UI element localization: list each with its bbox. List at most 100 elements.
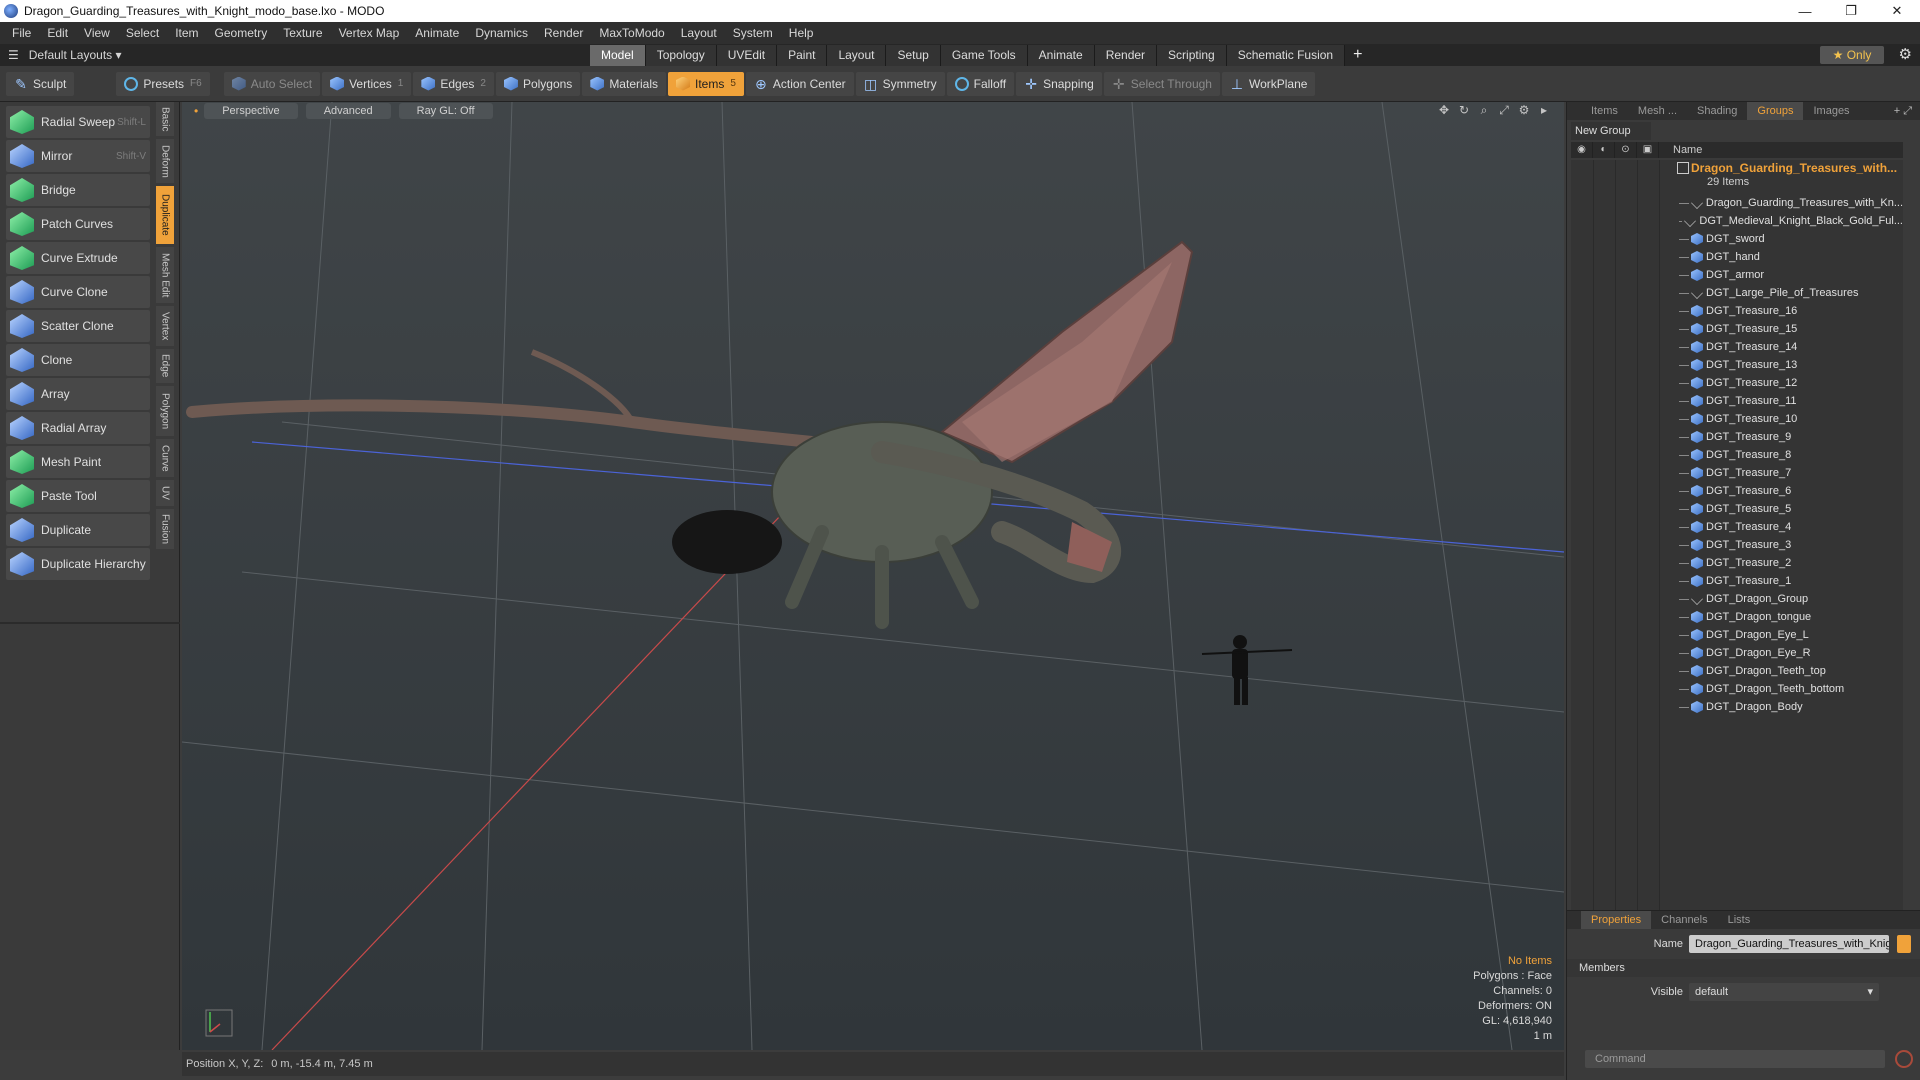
lock-column-icon[interactable]: ⊙ [1615, 142, 1637, 158]
close-button[interactable]: ✕ [1874, 0, 1920, 22]
visible-dropdown[interactable]: default ▾ [1689, 983, 1879, 1001]
list-item[interactable]: DGT_Large_Pile_of_Treasures [1675, 284, 1903, 302]
list-item[interactable]: DGT_Treasure_4 [1675, 518, 1903, 536]
tool-radial-array[interactable]: Radial Array [6, 412, 150, 444]
menu-render[interactable]: Render [536, 22, 591, 44]
fit-icon[interactable]: ⤢ [1494, 103, 1514, 118]
properties-tab-properties[interactable]: Properties [1581, 911, 1652, 929]
tool-duplicate-hierarchy[interactable]: Duplicate Hierarchy [6, 548, 150, 580]
list-item[interactable]: DGT_Dragon_Teeth_bottom [1675, 680, 1903, 698]
group-list[interactable]: Dragon_Guarding_Treasures_with... 29 Ite… [1571, 160, 1903, 1002]
select-through-button[interactable]: ✛ Select Through [1103, 71, 1220, 96]
list-item[interactable]: DGT_Dragon_Eye_L [1675, 626, 1903, 644]
menu-view[interactable]: View [76, 22, 118, 44]
command-history-icon[interactable] [1895, 1050, 1913, 1068]
list-item[interactable]: DGT_Treasure_2 [1675, 554, 1903, 572]
layout-tab-paint[interactable]: Paint [777, 45, 828, 66]
pan-icon[interactable]: ✥ [1434, 103, 1454, 118]
zoom-icon[interactable]: ⌕ [1474, 103, 1494, 118]
menu-animate[interactable]: Animate [407, 22, 467, 44]
expand-icon[interactable]: ▸ [1534, 103, 1554, 118]
menu-layout[interactable]: Layout [673, 22, 725, 44]
layout-tab-uvedit[interactable]: UVEdit [716, 45, 778, 66]
right-tab-items[interactable]: Items [1581, 102, 1628, 120]
items-button[interactable]: Items 5 [668, 71, 744, 96]
list-item[interactable]: Dragon_Guarding_Treasures_with_Kn... [1675, 194, 1903, 212]
menu-texture[interactable]: Texture [275, 22, 330, 44]
vertices-button[interactable]: Vertices 1 [322, 71, 412, 96]
list-item[interactable]: DGT_Treasure_7 [1675, 464, 1903, 482]
tool-radial-sweep[interactable]: Radial Sweep Shift-L [6, 106, 150, 138]
polygons-button[interactable]: Polygons [495, 71, 581, 96]
tool-array[interactable]: Array [6, 378, 150, 410]
layout-tab-render[interactable]: Render [1094, 45, 1158, 66]
right-tab-groups[interactable]: Groups [1747, 102, 1804, 120]
list-item[interactable]: DGT_Treasure_13 [1675, 356, 1903, 374]
list-item[interactable]: DGT_Dragon_Group [1675, 590, 1903, 608]
layout-tab-animate[interactable]: Animate [1027, 45, 1095, 66]
list-item[interactable]: DGT_Treasure_11 [1675, 392, 1903, 410]
menu-edit[interactable]: Edit [39, 22, 76, 44]
dragon-model[interactable] [186, 240, 1194, 629]
properties-tab-lists[interactable]: Lists [1718, 911, 1761, 929]
menu-vertex-map[interactable]: Vertex Map [331, 22, 408, 44]
list-item[interactable]: DGT_Dragon_Body [1675, 698, 1903, 716]
list-item[interactable]: DGT_Treasure_16 [1675, 302, 1903, 320]
side-tab-fusion[interactable]: Fusion [156, 509, 174, 549]
scene-canvas[interactable] [182, 102, 1564, 1050]
tool-curve-extrude[interactable]: Curve Extrude [6, 242, 150, 274]
viewport-options-icon[interactable]: • [194, 104, 198, 118]
tool-mesh-paint[interactable]: Mesh Paint [6, 446, 150, 478]
tool-mirror[interactable]: Mirror Shift-V [6, 140, 150, 172]
side-tab-curve[interactable]: Curve [156, 439, 174, 477]
members-section[interactable]: Members [1567, 959, 1920, 977]
layout-tab-model[interactable]: Model [590, 45, 646, 66]
snapping-button[interactable]: ✛ Snapping [1016, 71, 1102, 96]
side-tab-basic[interactable]: Basic [156, 102, 174, 136]
side-tab-polygon[interactable]: Polygon [156, 386, 174, 436]
tool-scatter-clone[interactable]: Scatter Clone [6, 310, 150, 342]
tool-curve-clone[interactable]: Curve Clone [6, 276, 150, 308]
minimize-button[interactable]: — [1782, 0, 1828, 22]
raygl-button[interactable]: Ray GL: Off [398, 103, 493, 119]
tool-patch-curves[interactable]: Patch Curves [6, 208, 150, 240]
materials-button[interactable]: Materials [582, 71, 666, 96]
maximize-button[interactable]: ❐ [1828, 0, 1874, 22]
tool-clone[interactable]: Clone [6, 344, 150, 376]
tool-paste-tool[interactable]: Paste Tool [6, 480, 150, 512]
add-layout-tab-icon[interactable]: + [1353, 46, 1362, 64]
symmetry-button[interactable]: ◫ Symmetry [855, 71, 945, 96]
list-item[interactable]: DGT_sword [1675, 230, 1903, 248]
list-item[interactable]: DGT_Treasure_15 [1675, 320, 1903, 338]
side-tab-duplicate[interactable]: Duplicate [156, 186, 174, 244]
knight-model[interactable] [1201, 635, 1293, 705]
panel-add-tab-icon[interactable]: + ⤢ [1894, 105, 1912, 118]
tool-bridge[interactable]: Bridge [6, 174, 150, 206]
layout-tab-topology[interactable]: Topology [645, 45, 717, 66]
list-item[interactable]: DGT_Treasure_12 [1675, 374, 1903, 392]
layout-tab-schematic-fusion[interactable]: Schematic Fusion [1226, 45, 1346, 66]
list-item[interactable]: DGT_Treasure_3 [1675, 536, 1903, 554]
list-item[interactable]: DGT_Dragon_Teeth_top [1675, 662, 1903, 680]
list-item[interactable]: DGT_Treasure_14 [1675, 338, 1903, 356]
list-item[interactable]: DGT_armor [1675, 266, 1903, 284]
right-tab-mesh[interactable]: Mesh ... [1628, 102, 1687, 120]
command-input[interactable]: Command [1585, 1050, 1885, 1068]
side-tab-deform[interactable]: Deform [156, 139, 174, 183]
menu-maxtomodo[interactable]: MaxToModo [591, 22, 672, 44]
layout-tab-layout[interactable]: Layout [827, 45, 887, 66]
visibility-column-icon[interactable]: ◉ [1571, 142, 1593, 158]
right-tab-shading[interactable]: Shading [1687, 102, 1747, 120]
new-group-button[interactable]: New Group [1571, 122, 1651, 140]
list-item[interactable]: DGT_Treasure_8 [1675, 446, 1903, 464]
3d-viewport[interactable]: • Perspective Advanced Ray GL: Off ✥ ↻ ⌕… [182, 102, 1564, 1050]
side-tab-mesh-edit[interactable]: Mesh Edit [156, 247, 174, 303]
gear-icon[interactable]: ⚙ [1899, 45, 1912, 63]
render-column-icon[interactable]: ◐ [1593, 142, 1615, 158]
list-item[interactable]: DGT_Treasure_9 [1675, 428, 1903, 446]
falloff-button[interactable]: Falloff [946, 71, 1015, 96]
layout-tab-game-tools[interactable]: Game Tools [940, 45, 1028, 66]
action-center-button[interactable]: ⊕ Action Center [745, 71, 854, 96]
list-item[interactable]: DGT_Medieval_Knight_Black_Gold_Ful... [1675, 212, 1903, 230]
select-column-icon[interactable]: ▣ [1637, 142, 1659, 158]
